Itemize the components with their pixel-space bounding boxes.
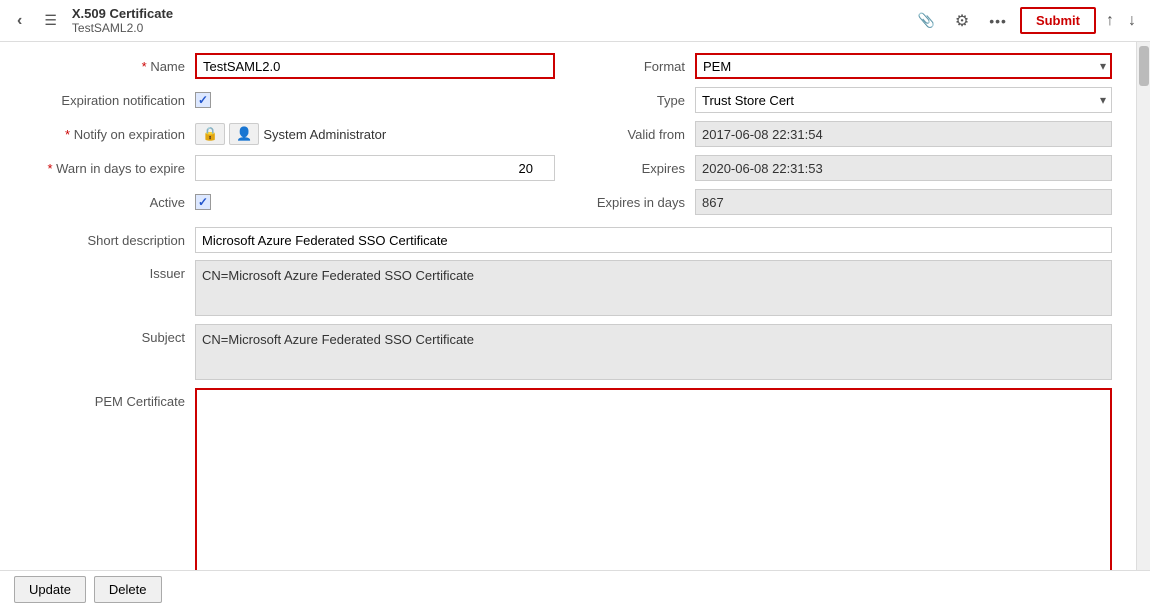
expires-in-days-input	[695, 189, 1112, 215]
scroll-up-button[interactable]: ↑	[1102, 10, 1118, 32]
pem-certificate-textarea[interactable]	[195, 388, 1112, 570]
format-label: Format	[565, 59, 695, 74]
issuer-textarea: CN=Microsoft Azure Federated SSO Certifi…	[195, 260, 1112, 316]
expires-input	[695, 155, 1112, 181]
expires-in-days-label: Expires in days	[565, 195, 695, 210]
pem-certificate-label: PEM Certificate	[10, 388, 195, 409]
type-select-wrapper: Trust Store Cert Client Auth Server Auth	[695, 87, 1112, 113]
issuer-label: Issuer	[10, 260, 195, 281]
short-description-input[interactable]	[195, 227, 1112, 253]
type-select[interactable]: Trust Store Cert Client Auth Server Auth	[695, 87, 1112, 113]
subject-label: Subject	[10, 324, 195, 345]
expires-label: Expires	[565, 161, 695, 176]
type-label: Type	[565, 93, 695, 108]
notify-person-text: System Administrator	[263, 127, 386, 142]
update-button[interactable]: Update	[14, 576, 86, 603]
hamburger-button[interactable]: ☰	[37, 8, 64, 33]
format-select[interactable]: PEM DER PKCS12	[695, 53, 1112, 79]
format-select-wrapper: PEM DER PKCS12	[695, 53, 1112, 79]
warn-days-input[interactable]	[195, 155, 555, 181]
expiration-notification-label: Expiration notification	[10, 93, 195, 108]
warn-days-label: * Warn in days to expire	[10, 161, 195, 176]
scroll-down-button[interactable]: ↓	[1124, 10, 1140, 32]
name-input[interactable]	[195, 53, 555, 79]
attachment-button[interactable]: 📎	[910, 8, 941, 33]
more-button[interactable]: •••	[982, 9, 1014, 33]
subject-textarea: CN=Microsoft Azure Federated SSO Certifi…	[195, 324, 1112, 380]
valid-from-label: Valid from	[565, 127, 695, 142]
expiration-notification-checkbox-visual[interactable]: ✓	[195, 92, 211, 108]
valid-from-input	[695, 121, 1112, 147]
delete-button[interactable]: Delete	[94, 576, 162, 603]
person-icon-button[interactable]: 👤	[229, 123, 259, 145]
header-title-block: X.509 Certificate TestSAML2.0	[72, 6, 173, 36]
back-button[interactable]: ‹	[10, 8, 29, 34]
lock-icon-button[interactable]: 🔒	[195, 123, 225, 145]
submit-button[interactable]: Submit	[1020, 7, 1096, 34]
sub-title: TestSAML2.0	[72, 21, 173, 35]
main-title: X.509 Certificate	[72, 6, 173, 22]
scrollbar-thumb[interactable]	[1139, 46, 1149, 86]
notify-on-expiration-label: * Notify on expiration	[10, 127, 195, 142]
name-label: * Name	[10, 59, 195, 74]
settings-button[interactable]: ⚙	[948, 7, 976, 35]
active-label: Active	[10, 195, 195, 210]
active-checkbox-visual[interactable]: ✓	[195, 194, 211, 210]
short-description-label: Short description	[10, 233, 195, 248]
